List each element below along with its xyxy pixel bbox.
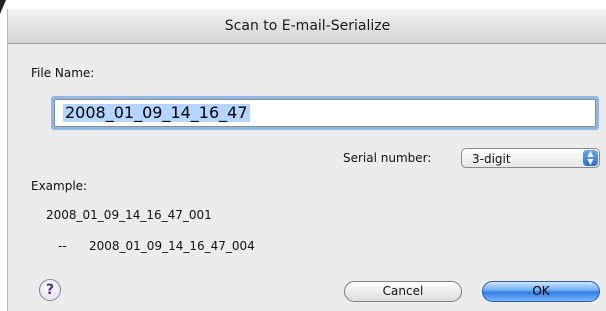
- dialog-window: Scan to E-mail-Serialize File Name: 2008…: [7, 9, 606, 311]
- example-first: 2008_01_09_14_16_47_001: [46, 208, 212, 222]
- help-button[interactable]: ?: [39, 279, 61, 301]
- example-last: 2008_01_09_14_16_47_004: [89, 239, 255, 253]
- window-title: Scan to E-mail-Serialize: [224, 18, 391, 34]
- example-dash: --: [58, 239, 67, 253]
- ok-button[interactable]: OK: [482, 281, 600, 302]
- file-name-value: 2008_01_09_14_16_47: [63, 103, 250, 122]
- window-corner: [0, 0, 6, 14]
- serial-number-select[interactable]: 3-digit ▲ ▼: [461, 148, 600, 168]
- file-name-label: File Name:: [31, 66, 95, 80]
- updown-arrows-icon: ▲ ▼: [583, 150, 598, 166]
- serial-number-value: 3-digit: [472, 152, 511, 166]
- serial-number-label: Serial number:: [343, 151, 432, 165]
- example-label: Example:: [31, 179, 88, 193]
- title-bar: Scan to E-mail-Serialize: [8, 9, 606, 44]
- cancel-button[interactable]: Cancel: [344, 281, 462, 302]
- file-name-input[interactable]: 2008_01_09_14_16_47: [54, 99, 596, 127]
